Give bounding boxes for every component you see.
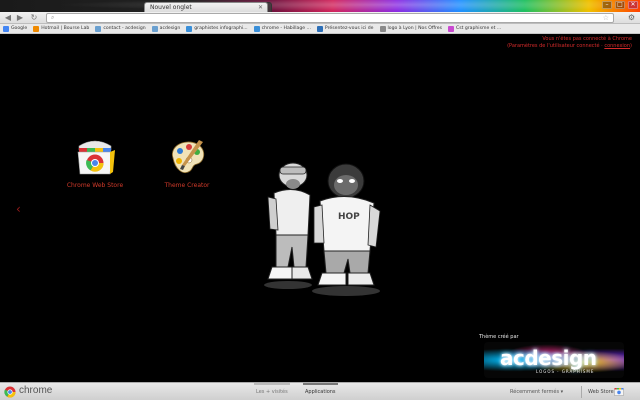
web-store-link[interactable]: Web Store [588, 389, 614, 395]
bookmark-label: contact - acdesign [103, 26, 146, 31]
bookmark-label: chrome - Habillage ... [261, 26, 311, 31]
app-chrome-web-store[interactable]: Chrome Web Store [55, 136, 135, 189]
search-icon: ⌕ [51, 14, 55, 21]
web-store-icon[interactable] [614, 387, 624, 396]
close-window-icon[interactable]: ✕ [628, 1, 638, 9]
bookmark-presentez[interactable]: Présentez-vous ici de [316, 25, 374, 32]
app-label: Theme Creator [164, 182, 210, 189]
page-icon [379, 25, 386, 32]
bookmark-graphistes[interactable]: graphistes infographi... [186, 25, 248, 32]
page-icon [448, 25, 454, 32]
sync-text-end: ) [630, 43, 632, 49]
tab-active[interactable]: Nouvel onglet ✕ [144, 2, 268, 12]
palette-icon [165, 136, 209, 178]
app-label: Chrome Web Store [66, 182, 124, 189]
bottom-bar: chrome Les + visités Applications Récemm… [0, 382, 640, 400]
bookmark-graphisme[interactable]: Cst graphisme et ... [448, 25, 502, 32]
window-controls: – □ ✕ [602, 1, 638, 9]
sync-connect-link[interactable]: connexion [604, 43, 630, 49]
bookmark-google[interactable]: Google [3, 25, 28, 32]
page-icon [253, 25, 260, 32]
app-theme-creator[interactable]: Theme Creator [147, 136, 227, 189]
page-icon [95, 25, 102, 32]
divider [581, 386, 582, 398]
bookmark-label: Google [11, 26, 28, 31]
theme-artwork-image: HOP [258, 155, 388, 300]
bookmark-acdesign[interactable]: acdesign [151, 25, 181, 32]
bookmarks-bar: Google Hotmail | Bourse Lab contact - ac… [0, 24, 640, 34]
tab-applications[interactable]: Applications [303, 383, 338, 395]
svg-text:HOP: HOP [338, 212, 360, 222]
toolbar: ◀ ▶ ↻ ⌕ ☆ ⚙ [0, 12, 640, 24]
sync-text: (Paramètres de l'utilisateur connecté · [507, 43, 605, 49]
logo-tagline: LOGOS · GRAPHISME [536, 369, 595, 374]
acdesign-logo[interactable]: acdesign LOGOS · GRAPHISME [484, 342, 624, 378]
bookmark-label: acdesign [159, 26, 181, 31]
chrome-logo-icon [4, 386, 16, 398]
bookmark-logo-lyon[interactable]: logo à Lyon | Nos Offres [379, 25, 442, 32]
bookmark-hotmail[interactable]: Hotmail | Bourse Lab [33, 25, 90, 32]
sync-line-2: (Paramètres de l'utilisateur connecté · … [507, 43, 632, 50]
bookmark-label: Hotmail | Bourse Lab [41, 26, 90, 31]
bookmark-chrome[interactable]: chrome - Habillage ... [253, 25, 311, 32]
maximize-icon[interactable]: □ [615, 1, 625, 9]
chrome-wordmark: chrome [19, 385, 53, 396]
tab-strip: Nouvel onglet ✕ – □ ✕ [0, 0, 640, 12]
hotmail-icon [33, 25, 40, 32]
forward-icon[interactable]: ▶ [15, 13, 25, 23]
logo-wordmark: acdesign [500, 346, 597, 370]
page-icon [186, 25, 193, 32]
bookmark-star-icon[interactable]: ☆ [603, 14, 609, 22]
recently-closed-menu[interactable]: Récemment fermés ▾ [510, 389, 563, 395]
page-icon [151, 25, 158, 32]
omnibox-input[interactable]: ⌕ ☆ [46, 13, 614, 23]
tab-most-visited[interactable]: Les + visités [254, 383, 290, 395]
previous-page-arrow-icon[interactable]: ‹ [16, 203, 21, 215]
theme-credit-label: Thème créé par [479, 334, 519, 340]
bookmark-label: logo à Lyon | Nos Offres [387, 26, 442, 31]
wrench-menu-icon[interactable]: ⚙ [628, 13, 635, 23]
bookmark-label: Cst graphisme et ... [456, 26, 502, 31]
google-icon [3, 25, 9, 32]
back-icon[interactable]: ◀ [3, 13, 13, 23]
sync-notice: Vous n'êtes pas connecté à Chrome (Param… [507, 36, 632, 50]
reload-icon[interactable]: ↻ [29, 13, 39, 23]
page-icon [316, 25, 323, 32]
bookmark-contact[interactable]: contact - acdesign [95, 25, 146, 32]
minimize-icon[interactable]: – [602, 1, 612, 9]
bookmark-label: Présentez-vous ici de [324, 26, 374, 31]
bookmark-label: graphistes infographi... [194, 26, 248, 31]
sync-line-1: Vous n'êtes pas connecté à Chrome [542, 36, 632, 42]
chrome-web-store-icon [73, 136, 117, 178]
